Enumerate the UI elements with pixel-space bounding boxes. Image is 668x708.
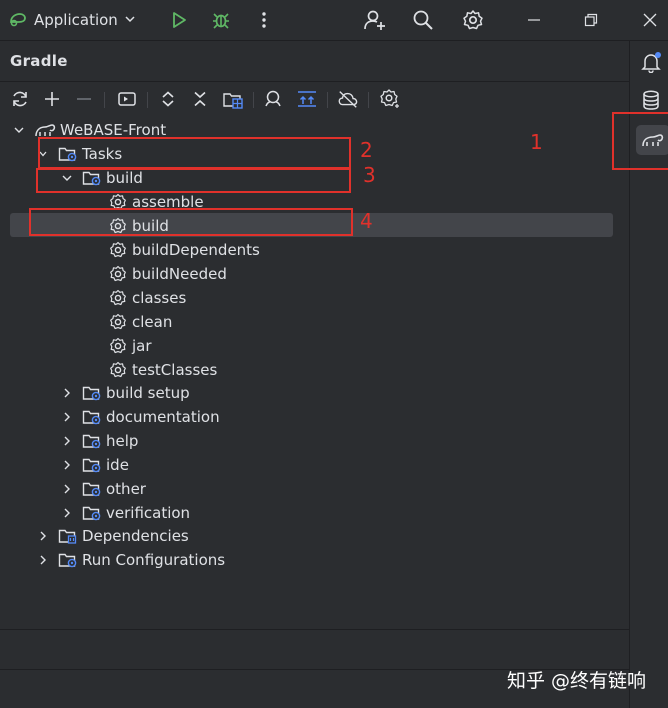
refresh-icon[interactable] — [9, 88, 31, 110]
debug-icon[interactable] — [210, 10, 232, 30]
gear-icon — [108, 360, 128, 380]
chevron-right-icon[interactable] — [60, 482, 74, 496]
toolbar-separator — [368, 92, 369, 108]
run-config-selector[interactable]: Application — [8, 8, 136, 32]
tree-node-dependencies[interactable]: Dependencies — [36, 524, 189, 548]
run-config-label: Application — [34, 11, 118, 29]
tree-label: testClasses — [132, 361, 218, 379]
tree-label: help — [106, 432, 139, 450]
minus-icon — [73, 88, 95, 110]
analyze-dependencies-icon[interactable] — [222, 88, 244, 110]
gear-icon[interactable] — [461, 8, 485, 32]
annotation-box-3 — [36, 168, 351, 193]
tree-label: verification — [106, 504, 191, 522]
annotation-number-3: 3 — [363, 163, 376, 187]
notifications-icon[interactable] — [640, 51, 662, 73]
tree-node-group[interactable]: help — [60, 429, 138, 453]
tree-label: Dependencies — [82, 527, 189, 545]
chevron-right-icon[interactable] — [60, 458, 74, 472]
task-folder-icon — [82, 407, 102, 427]
search-icon[interactable] — [411, 8, 435, 32]
tree-node-group[interactable]: verification — [60, 501, 190, 525]
collapse-all-icon[interactable] — [189, 88, 211, 110]
toolbar-separator — [327, 92, 328, 108]
plus-icon[interactable] — [41, 88, 63, 110]
annotation-number-2: 2 — [360, 138, 373, 162]
database-icon[interactable] — [640, 89, 662, 111]
toolbar-separator — [104, 92, 105, 108]
chevron-down-icon — [124, 11, 136, 29]
gear-icon — [108, 264, 128, 284]
tree-label: buildNeeded — [132, 265, 227, 283]
toolbar-separator — [253, 92, 254, 108]
tree-node-task[interactable]: clean — [108, 310, 172, 334]
gradle-toolbar — [0, 81, 629, 116]
tree-node-task[interactable]: buildDependents — [108, 238, 260, 262]
task-folder-icon — [82, 455, 102, 475]
add-user-icon[interactable] — [362, 8, 388, 32]
panel-title: Gradle — [10, 52, 68, 70]
chevron-right-icon[interactable] — [36, 553, 50, 567]
toggle-offline-icon[interactable] — [296, 88, 318, 110]
tree-label: jar — [132, 337, 152, 355]
tree-node-group[interactable]: ide — [60, 453, 129, 477]
chevron-right-icon[interactable] — [60, 386, 74, 400]
chevron-right-icon[interactable] — [36, 529, 50, 543]
gear-icon — [108, 312, 128, 332]
toolbar-separator — [147, 92, 148, 108]
tree-label: buildDependents — [132, 241, 260, 259]
watermark: 知乎 @终有链响 — [507, 670, 647, 692]
tree-node-group[interactable]: documentation — [60, 405, 220, 429]
annotation-box-2 — [38, 137, 351, 169]
offline-cloud-icon[interactable] — [337, 88, 359, 110]
show-tasks-icon[interactable] — [262, 88, 284, 110]
tree-label: classes — [132, 289, 187, 307]
chevron-right-icon[interactable] — [60, 434, 74, 448]
gear-icon — [108, 240, 128, 260]
close-icon[interactable] — [640, 10, 660, 30]
tree-label: other — [106, 480, 146, 498]
title-bar: Application — [0, 0, 668, 41]
run-config-folder-icon — [58, 550, 78, 570]
chevron-down-icon[interactable] — [12, 123, 26, 137]
tree-node-task[interactable]: testClasses — [108, 358, 217, 382]
task-folder-icon — [82, 383, 102, 403]
more-vert-icon[interactable] — [254, 10, 274, 30]
minimize-icon[interactable] — [524, 10, 544, 30]
gear-icon — [108, 288, 128, 308]
chevron-right-icon[interactable] — [60, 506, 74, 520]
task-folder-icon — [82, 431, 102, 451]
tree-node-run-configurations[interactable]: Run Configurations — [36, 548, 225, 572]
task-folder-icon — [82, 503, 102, 523]
chevron-right-icon[interactable] — [60, 410, 74, 424]
panel-divider — [0, 629, 629, 630]
tree-label: documentation — [106, 408, 220, 426]
annotation-number-4: 4 — [360, 209, 373, 233]
tree-node-task[interactable]: classes — [108, 286, 186, 310]
tree-node-task[interactable]: jar — [108, 334, 152, 358]
tree-node-group[interactable]: build setup — [60, 381, 190, 405]
tree-label: build setup — [106, 384, 190, 402]
tree-node-task[interactable]: buildNeeded — [108, 262, 227, 286]
run-icon[interactable] — [168, 10, 190, 30]
gear-icon — [108, 336, 128, 356]
dependencies-folder-icon — [58, 526, 78, 546]
annotation-box-4 — [29, 208, 353, 236]
tree-label: ide — [106, 456, 129, 474]
annotation-box-1 — [612, 112, 668, 170]
task-folder-icon — [82, 479, 102, 499]
tree-node-group[interactable]: other — [60, 477, 146, 501]
settings-icon[interactable] — [379, 88, 401, 110]
expand-all-icon[interactable] — [157, 88, 179, 110]
restore-icon[interactable] — [581, 10, 601, 30]
tree-label: Run Configurations — [82, 551, 226, 569]
app-icon — [8, 9, 28, 31]
annotation-number-1: 1 — [530, 130, 543, 154]
tree-label: clean — [132, 313, 173, 331]
run-task-icon[interactable] — [116, 88, 138, 110]
